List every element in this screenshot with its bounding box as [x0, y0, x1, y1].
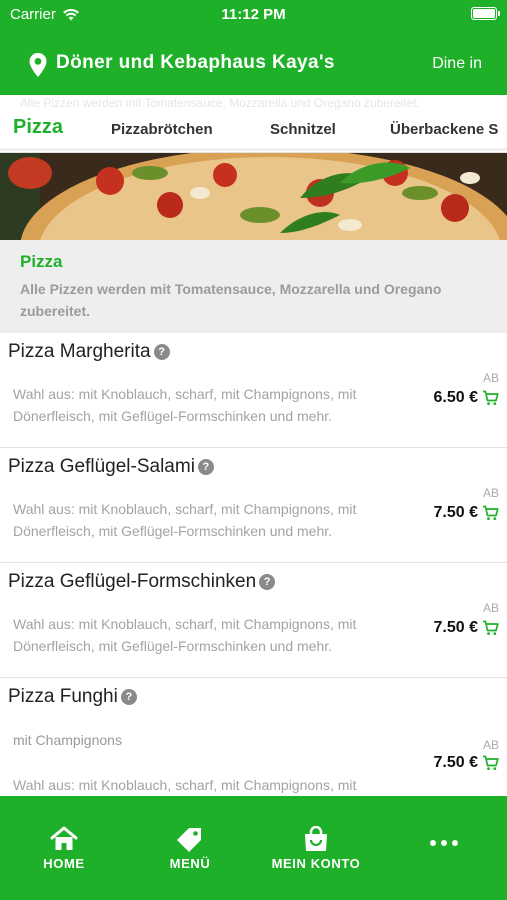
tab-menu[interactable]: MENÜ	[130, 826, 250, 871]
price-prefix: AB	[482, 601, 499, 615]
more-dots-icon	[430, 840, 458, 846]
battery-icon	[471, 7, 500, 20]
tabs-divider	[0, 148, 507, 151]
menu-item-name: Pizza Funghi	[8, 686, 118, 707]
cart-icon[interactable]	[482, 505, 499, 521]
price-value: 7.50 €	[433, 754, 478, 771]
menu-item-price[interactable]: 7.50 €	[434, 754, 499, 772]
home-icon	[50, 826, 78, 850]
help-icon[interactable]: ?	[153, 344, 170, 360]
tab-more[interactable]	[384, 839, 504, 851]
cart-icon[interactable]	[482, 620, 499, 636]
menu-item-extra: mit Champignons	[13, 732, 122, 748]
shopping-bag-icon	[305, 826, 327, 851]
menu-item-title: Pizza Geflügel-Salami ?	[8, 456, 214, 478]
menu-item[interactable]: Pizza Geflügel-Salami ? Wahl aus: mit Kn…	[0, 448, 507, 563]
header-nav: Döner und Kebaphaus Kaya's Dine in	[0, 44, 507, 84]
price-prefix: AB	[482, 371, 499, 385]
category-title: Pizza	[20, 252, 63, 271]
category-description: Alle Pizzen werden mit Tomatensauce, Moz…	[20, 281, 442, 319]
category-tabs: Alle Pizzen werden mit Tomatensauce, Moz…	[0, 95, 507, 153]
category-info: Pizza Alle Pizzen werden mit Tomatensauc…	[0, 240, 507, 333]
tab-pizzabroetchen[interactable]: Pizzabrötchen	[111, 121, 213, 138]
tag-icon	[177, 828, 201, 852]
menu-item-title: Pizza Margherita ?	[8, 341, 170, 363]
app-header: Carrier 11:12 PM Döner und Kebaphaus Kay…	[0, 0, 507, 95]
menu-item-price[interactable]: 7.50 €	[434, 504, 499, 522]
menu-item-list: Pizza Margherita ? Wahl aus: mit Knoblau…	[0, 333, 507, 815]
menu-item-price[interactable]: 6.50 €	[434, 389, 499, 407]
tab-strip-ghost: Alle Pizzen werden mit Tomatensauce, Moz…	[20, 96, 420, 110]
menu-item-title: Pizza Funghi ?	[8, 686, 137, 708]
menu-item-name: Pizza Geflügel-Salami	[8, 456, 195, 477]
tab-account[interactable]: MEIN KONTO	[256, 826, 376, 871]
location-pin-icon[interactable]	[28, 52, 48, 78]
status-time: 11:12 PM	[221, 6, 286, 23]
price-prefix: AB	[482, 486, 499, 500]
menu-item-description: Wahl aus: mit Knoblauch, scharf, mit Cha…	[13, 386, 357, 424]
price-value: 7.50 €	[433, 619, 478, 636]
price-value: 7.50 €	[433, 504, 478, 521]
help-icon[interactable]: ?	[197, 459, 214, 475]
restaurant-name[interactable]: Döner und Kebaphaus Kaya's	[56, 52, 335, 74]
tab-pizza[interactable]: Pizza	[13, 116, 63, 139]
menu-item[interactable]: Pizza Funghi ? mit Champignons Wahl aus:…	[0, 678, 507, 815]
status-bar: Carrier 11:12 PM	[0, 0, 507, 28]
menu-item[interactable]: Pizza Margherita ? Wahl aus: mit Knoblau…	[0, 333, 507, 448]
menu-item-name: Pizza Margherita	[8, 341, 151, 362]
tab-home[interactable]: HOME	[4, 826, 124, 871]
tab-menu-label: MENÜ	[169, 856, 211, 871]
app-screen: Carrier 11:12 PM Döner und Kebaphaus Kay…	[0, 0, 507, 900]
cart-icon[interactable]	[482, 755, 499, 771]
tab-ueberbackene[interactable]: Überbackene S	[390, 121, 498, 138]
help-icon[interactable]: ?	[259, 574, 276, 590]
help-icon[interactable]: ?	[120, 689, 137, 705]
menu-item[interactable]: Pizza Geflügel-Formschinken ? Wahl aus: …	[0, 563, 507, 678]
tab-home-label: HOME	[43, 856, 85, 871]
menu-item-description: Wahl aus: mit Knoblauch, scharf, mit Cha…	[13, 501, 357, 539]
cart-icon[interactable]	[482, 390, 499, 406]
menu-item-name: Pizza Geflügel-Formschinken	[8, 571, 257, 592]
tab-account-label: MEIN KONTO	[271, 856, 361, 871]
menu-item-title: Pizza Geflügel-Formschinken ?	[8, 571, 276, 593]
category-banner-image	[0, 153, 507, 240]
tab-schnitzel[interactable]: Schnitzel	[270, 121, 336, 138]
bottom-tab-bar: HOME MENÜ MEIN KONTO	[0, 796, 507, 900]
dine-in-toggle[interactable]: Dine in	[432, 55, 482, 73]
pizza-photo	[0, 153, 507, 240]
price-prefix: AB	[482, 738, 499, 752]
menu-item-description: Wahl aus: mit Knoblauch, scharf, mit Cha…	[13, 616, 357, 654]
price-value: 6.50 €	[433, 389, 478, 406]
menu-item-price[interactable]: 7.50 €	[434, 619, 499, 637]
